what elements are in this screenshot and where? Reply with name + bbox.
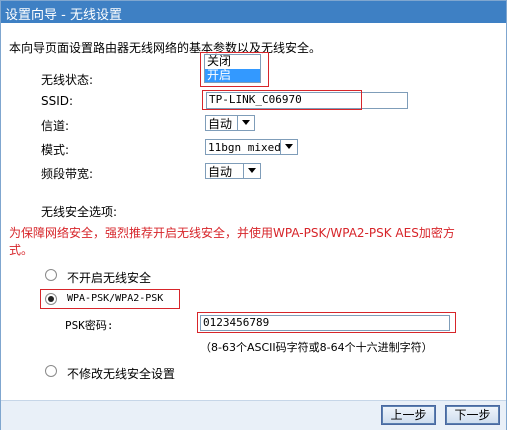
- channel-select[interactable]: 自动: [205, 115, 255, 131]
- radio-security-off[interactable]: [45, 269, 57, 281]
- wizard-window: 设置向导 - 无线设置 本向导页面设置路由器无线网络的基本参数以及无线安全。 无…: [0, 0, 507, 430]
- wireless-status-listbox[interactable]: 关闭 开启: [204, 54, 261, 83]
- psk-hint: （8-63个ASCII码字符或8-64个十六进制字符）: [200, 341, 433, 354]
- chevron-down-icon: [237, 116, 254, 130]
- option-security-off-label: 不开启无线安全: [67, 271, 152, 285]
- option-keep-label: 不修改无线安全设置: [67, 367, 176, 381]
- chevron-down-icon: [280, 140, 297, 154]
- option-on[interactable]: 开启: [205, 69, 260, 82]
- prev-button[interactable]: 上一步: [382, 406, 435, 424]
- ssid-highlight: [202, 90, 362, 110]
- channel-value: 自动: [208, 117, 233, 131]
- channel-label: 信道:: [41, 119, 70, 133]
- bandwidth-label: 频段带宽:: [41, 167, 94, 181]
- security-heading: 无线安全选项:: [41, 205, 118, 219]
- security-warning-line1: 为保障网络安全，强烈推荐开启无线安全，并使用WPA-PSK/WPA2-PSK A…: [9, 226, 455, 240]
- chevron-down-icon: [243, 164, 260, 178]
- option-off[interactable]: 关闭: [205, 55, 260, 68]
- radio-security-wpa[interactable]: [45, 293, 57, 305]
- psk-input[interactable]: 0123456789: [200, 315, 450, 331]
- ssid-label: SSID:: [41, 94, 74, 108]
- option-wpa-label: WPA-PSK/WPA2-PSK: [67, 293, 164, 304]
- mode-select[interactable]: 11bgn mixed: [205, 139, 298, 155]
- window-title: 设置向导 - 无线设置: [5, 8, 122, 23]
- bandwidth-select[interactable]: 自动: [205, 163, 261, 179]
- mode-label: 模式:: [41, 143, 70, 157]
- bandwidth-value: 自动: [208, 165, 233, 179]
- mode-value: 11bgn mixed: [208, 141, 281, 154]
- psk-label: PSK密码:: [65, 319, 114, 332]
- title-bar: 设置向导 - 无线设置: [1, 1, 506, 23]
- security-warning-line2: 式。: [9, 243, 34, 257]
- wireless-status-label: 无线状态:: [41, 73, 94, 87]
- radio-security-keep[interactable]: [45, 365, 57, 377]
- intro-text: 本向导页面设置路由器无线网络的基本参数以及无线安全。: [9, 41, 322, 55]
- next-button[interactable]: 下一步: [446, 406, 499, 424]
